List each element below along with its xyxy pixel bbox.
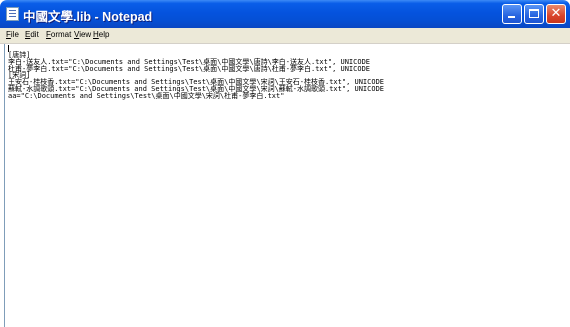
title-bar[interactable]: 中國文學.lib - Notepad ✕ bbox=[0, 0, 570, 28]
editor-content: [唐詩] 李白-送友人.txt="C:\Documents and Settin… bbox=[8, 45, 384, 100]
text-editor[interactable]: [唐詩] 李白-送友人.txt="C:\Documents and Settin… bbox=[4, 44, 570, 327]
maximize-button[interactable] bbox=[524, 4, 544, 24]
notepad-icon[interactable] bbox=[6, 7, 19, 21]
menu-edit[interactable]: Edit bbox=[25, 30, 39, 39]
menu-help[interactable]: Help bbox=[93, 30, 109, 39]
close-icon: ✕ bbox=[550, 6, 562, 21]
menu-file[interactable]: File bbox=[6, 30, 19, 39]
menu-format[interactable]: Format bbox=[46, 30, 71, 39]
minimize-icon bbox=[508, 16, 515, 18]
notepad-window: 中國文學.lib - Notepad ✕ File Edit Format Vi… bbox=[0, 0, 570, 327]
text-line: aa="C:\Documents and Settings\Test\桌面\中國… bbox=[8, 91, 285, 100]
minimize-button[interactable] bbox=[502, 4, 522, 24]
text-line: 杜甫-夢李白.txt="C:\Documents and Settings\Te… bbox=[8, 64, 371, 73]
close-button[interactable]: ✕ bbox=[546, 4, 566, 24]
window-title: 中國文學.lib - Notepad bbox=[23, 10, 153, 24]
maximize-icon bbox=[529, 9, 539, 18]
menu-bar: File Edit Format View Help bbox=[0, 28, 570, 44]
menu-view[interactable]: View bbox=[74, 30, 91, 39]
